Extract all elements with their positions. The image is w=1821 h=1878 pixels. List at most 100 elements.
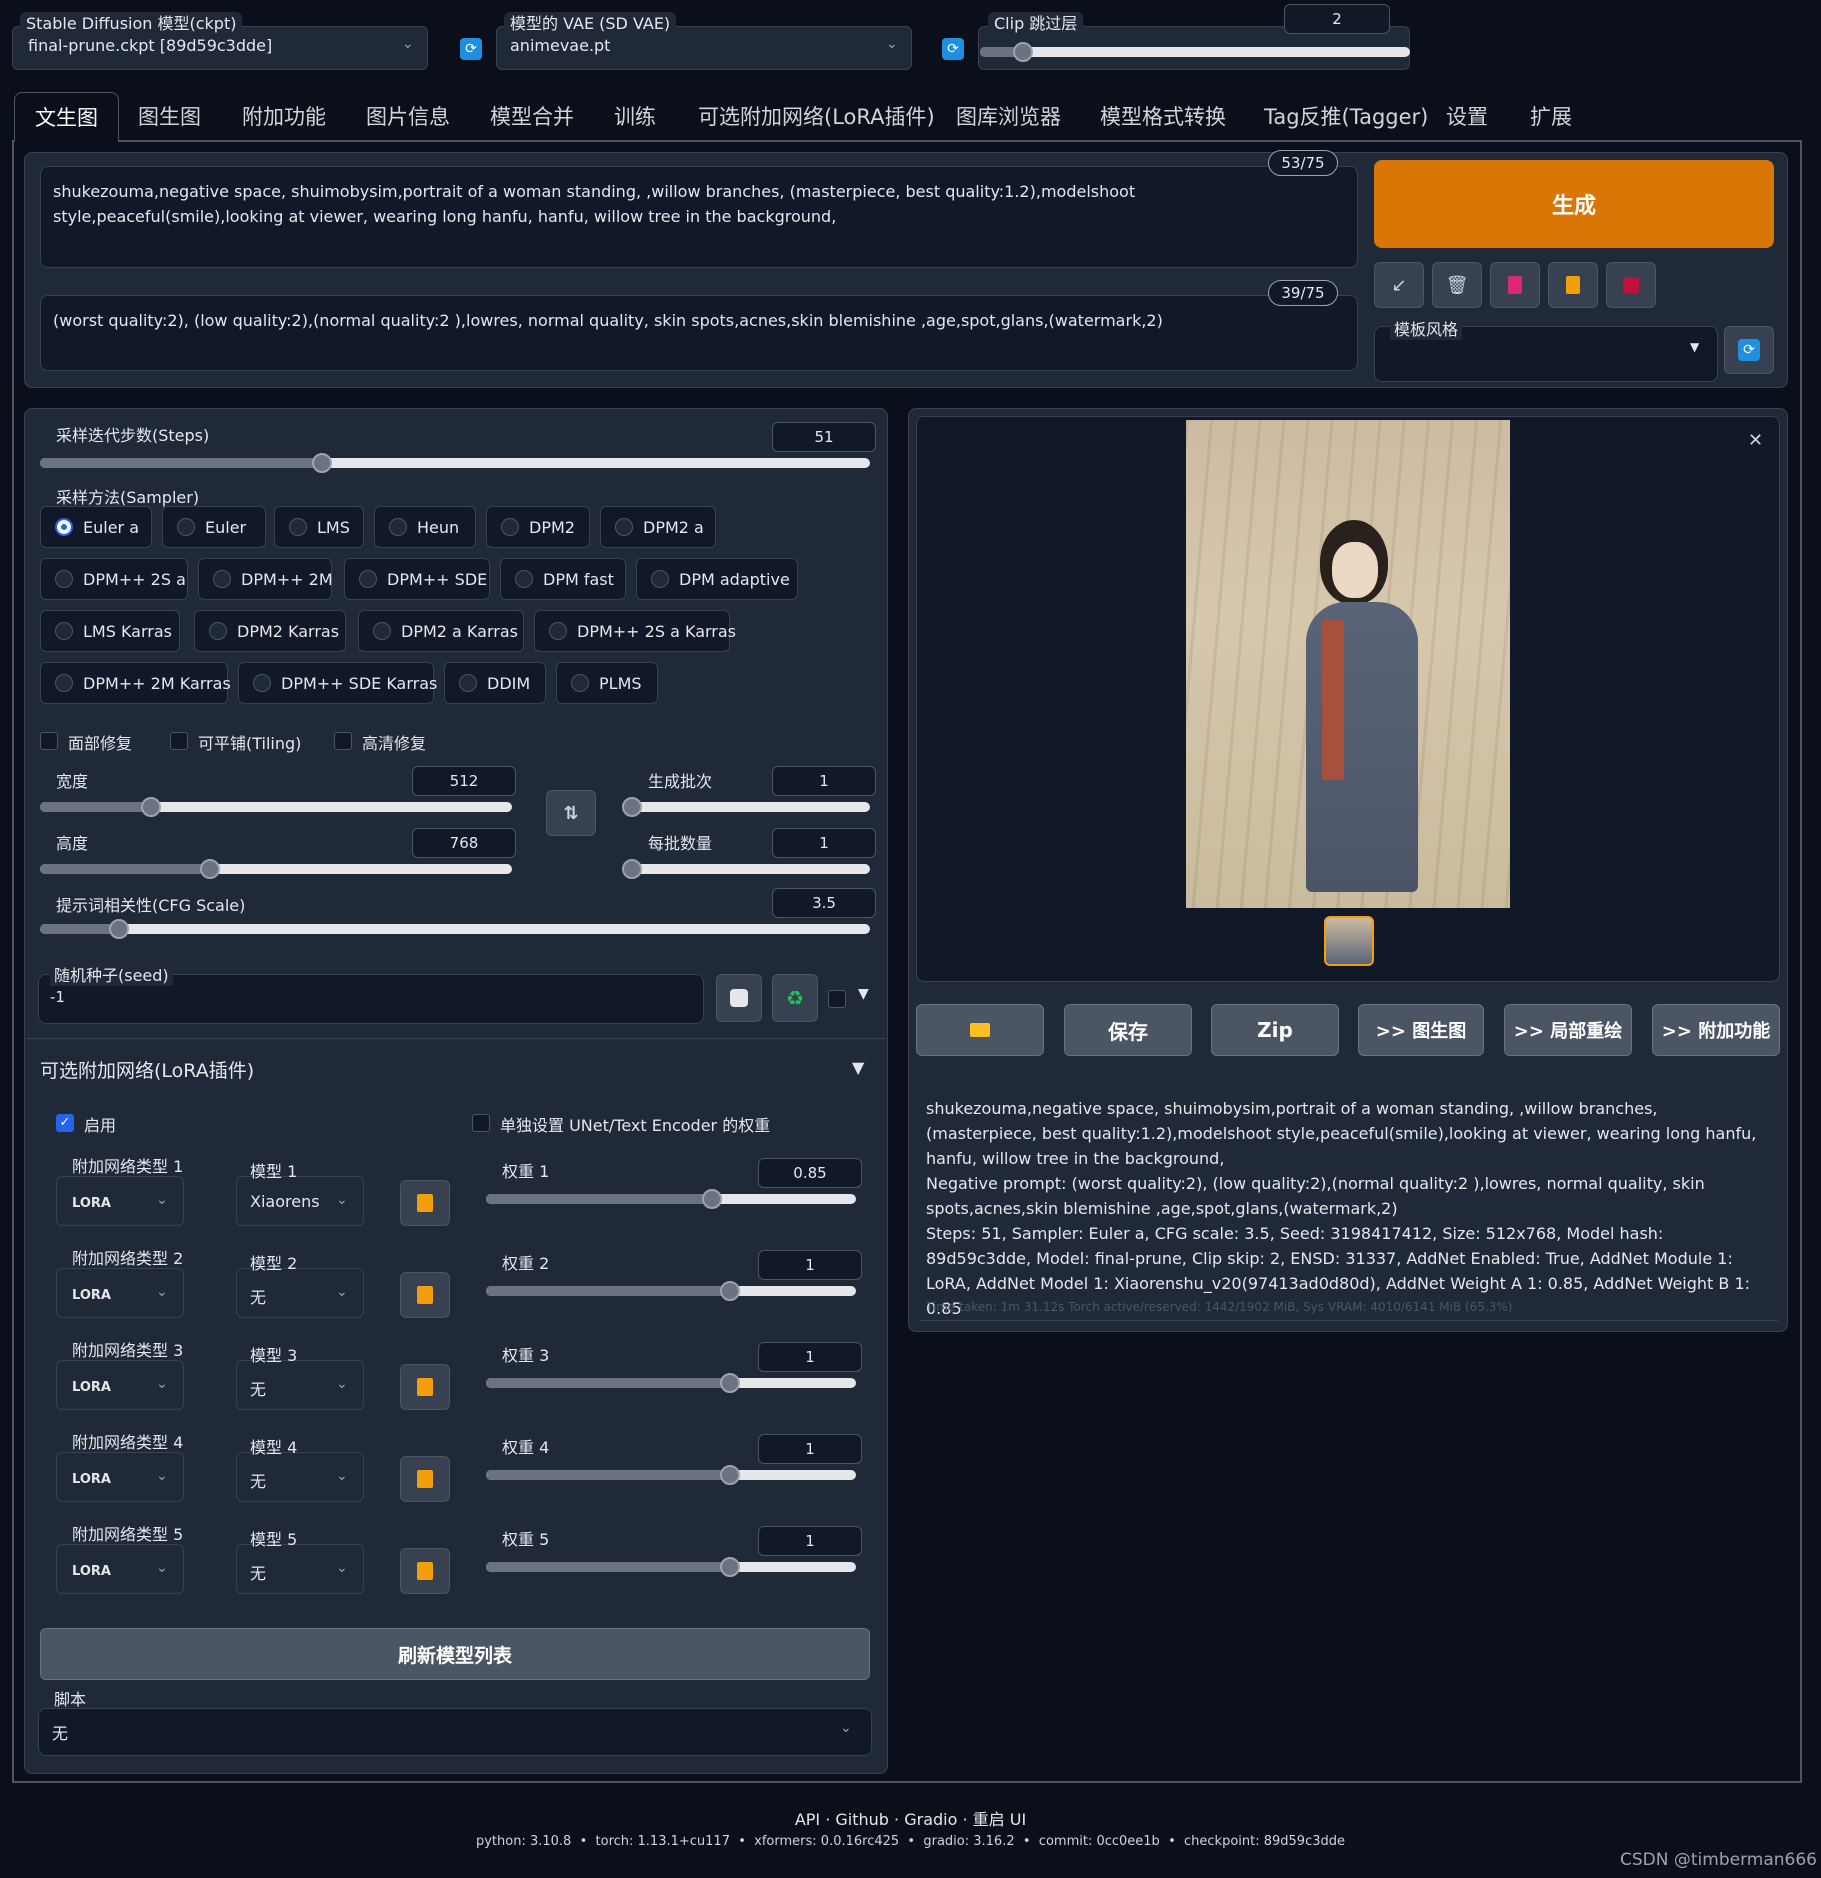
- separate-weights-checkbox[interactable]: [472, 1114, 490, 1132]
- cfg-slider[interactable]: [40, 924, 870, 934]
- sampler-dpm2-karras[interactable]: DPM2 Karras: [194, 610, 346, 652]
- sampler-ddim[interactable]: DDIM: [444, 662, 546, 704]
- tab-img2img[interactable]: 图生图: [138, 92, 201, 142]
- sampler-dpm-fast[interactable]: DPM fast: [500, 558, 626, 600]
- refresh-style-button[interactable]: ⟳: [1724, 326, 1774, 374]
- steps-slider[interactable]: [40, 458, 870, 468]
- footer-links[interactable]: API · Github · Gradio · 重启 UI: [0, 1806, 1821, 1830]
- script-select[interactable]: [38, 1708, 872, 1756]
- sampler-dpm2-a-karras[interactable]: DPM2 a Karras: [358, 610, 524, 652]
- height-slider[interactable]: [40, 864, 512, 874]
- model-info-button-3[interactable]: [400, 1364, 450, 1410]
- collapse-caret-icon[interactable]: ▼: [852, 1058, 864, 1077]
- width-input[interactable]: 512: [412, 766, 516, 796]
- weight-slider-1[interactable]: [486, 1194, 856, 1204]
- lora-enable-checkbox[interactable]: ✓: [56, 1114, 74, 1132]
- sampler-dpmpp-2s-a-karras[interactable]: DPM++ 2S a Karras: [534, 610, 736, 652]
- batch-count-slider[interactable]: [632, 802, 870, 812]
- weight-input-5[interactable]: 1: [758, 1526, 862, 1556]
- tab-merge[interactable]: 模型合并: [490, 92, 574, 142]
- refresh-model-list-button[interactable]: 刷新模型列表: [40, 1628, 870, 1680]
- weight-slider-4[interactable]: [486, 1470, 856, 1480]
- height-input[interactable]: 768: [412, 828, 516, 858]
- weight-input-4[interactable]: 1: [758, 1434, 862, 1464]
- save-button[interactable]: 保存: [1064, 1004, 1192, 1056]
- refresh-ckpt-icon[interactable]: ⟳: [460, 38, 482, 60]
- sampler-euler[interactable]: Euler: [162, 506, 266, 548]
- send-to-inpaint-button[interactable]: >> 局部重绘: [1504, 1004, 1632, 1056]
- weight-input-2[interactable]: 1: [758, 1250, 862, 1280]
- tab-convert[interactable]: 模型格式转换: [1100, 92, 1226, 142]
- tab-train[interactable]: 训练: [614, 92, 656, 142]
- model-info-button-4[interactable]: [400, 1456, 450, 1502]
- batch-size-slider-thumb[interactable]: [622, 859, 642, 879]
- open-folder-button[interactable]: [916, 1004, 1044, 1056]
- sampler-dpmpp-2m-karras[interactable]: DPM++ 2M Karras: [40, 662, 231, 704]
- sampler-dpmpp-2m[interactable]: DPM++ 2M: [198, 558, 333, 600]
- cfg-slider-thumb[interactable]: [108, 919, 129, 939]
- read-params-button[interactable]: ↙: [1374, 262, 1424, 308]
- send-to-extras-button[interactable]: >> 附加功能: [1652, 1004, 1780, 1056]
- weight-slider-5[interactable]: [486, 1562, 856, 1572]
- model-info-button-5[interactable]: [400, 1548, 450, 1594]
- positive-prompt-input[interactable]: shukezouma,negative space, shuimobysim,p…: [40, 166, 1358, 268]
- batch-size-slider[interactable]: [632, 864, 870, 874]
- batch-count-slider-thumb[interactable]: [622, 797, 642, 817]
- sampler-lms-karras[interactable]: LMS Karras: [40, 610, 180, 652]
- reuse-seed-button[interactable]: ♻: [772, 974, 818, 1022]
- tab-lora[interactable]: 可选附加网络(LoRA插件): [698, 92, 935, 142]
- apply-style-button[interactable]: [1548, 262, 1598, 308]
- zip-button[interactable]: Zip: [1211, 1004, 1339, 1056]
- face-restore-checkbox[interactable]: [40, 732, 58, 750]
- tab-tagger[interactable]: Tag反推(Tagger): [1264, 92, 1428, 142]
- clip-skip-slider[interactable]: [980, 47, 1410, 57]
- sampler-dpm2-a[interactable]: DPM2 a: [600, 506, 716, 548]
- hires-fix-checkbox[interactable]: [334, 732, 352, 750]
- refresh-vae-icon[interactable]: ⟳: [942, 38, 964, 60]
- sampler-dpmpp-sde[interactable]: DPM++ SDE: [344, 558, 490, 600]
- tab-settings[interactable]: 设置: [1446, 92, 1488, 142]
- sampler-dpmpp-2s-a[interactable]: DPM++ 2S a: [40, 558, 188, 600]
- weight-slider-thumb-1[interactable]: [701, 1189, 722, 1209]
- sampler-lms[interactable]: LMS: [274, 506, 364, 548]
- clear-prompt-button[interactable]: 🗑: [1432, 262, 1482, 308]
- sampler-dpm-adaptive[interactable]: DPM adaptive: [636, 558, 798, 600]
- tab-png-info[interactable]: 图片信息: [366, 92, 450, 142]
- tiling-checkbox[interactable]: [170, 732, 188, 750]
- batch-size-input[interactable]: 1: [772, 828, 876, 858]
- sampler-euler-a[interactable]: Euler a: [40, 506, 152, 548]
- generate-button[interactable]: 生成: [1374, 160, 1774, 248]
- cfg-input[interactable]: 3.5: [772, 888, 876, 918]
- width-slider-thumb[interactable]: [140, 797, 161, 817]
- tab-extensions[interactable]: 扩展: [1530, 92, 1572, 142]
- tab-txt2img[interactable]: 文生图: [14, 92, 119, 142]
- extra-networks-button[interactable]: [1490, 262, 1540, 308]
- clip-skip-slider-thumb[interactable]: [1013, 42, 1033, 62]
- weight-input-1[interactable]: 0.85: [758, 1158, 862, 1188]
- swap-dimensions-button[interactable]: ⇅: [546, 790, 596, 836]
- weight-slider-3[interactable]: [486, 1378, 856, 1388]
- tab-gallery[interactable]: 图库浏览器: [956, 92, 1061, 142]
- close-icon[interactable]: ✕: [1748, 430, 1763, 451]
- extra-seed-toggle-icon[interactable]: ▼: [858, 986, 869, 1002]
- gallery-thumbnail[interactable]: [1324, 916, 1374, 966]
- sampler-dpm2[interactable]: DPM2: [486, 506, 590, 548]
- generated-image[interactable]: [1186, 420, 1510, 908]
- tab-extras[interactable]: 附加功能: [242, 92, 326, 142]
- extra-seed-checkbox[interactable]: [828, 990, 846, 1008]
- sampler-dpmpp-sde-karras[interactable]: DPM++ SDE Karras: [238, 662, 437, 704]
- sampler-plms[interactable]: PLMS: [556, 662, 658, 704]
- clip-skip-input[interactable]: 2: [1284, 4, 1390, 34]
- model-info-button-2[interactable]: [400, 1272, 450, 1318]
- weight-slider-2[interactable]: [486, 1286, 856, 1296]
- height-slider-thumb[interactable]: [199, 859, 220, 879]
- lora-title[interactable]: 可选附加网络(LoRA插件): [40, 1056, 254, 1083]
- weight-input-3[interactable]: 1: [758, 1342, 862, 1372]
- width-slider[interactable]: [40, 802, 512, 812]
- save-style-button[interactable]: [1606, 262, 1656, 308]
- send-to-img2img-button[interactable]: >> 图生图: [1358, 1004, 1484, 1056]
- model-info-button-1[interactable]: [400, 1180, 450, 1226]
- steps-input[interactable]: 51: [772, 422, 876, 452]
- random-seed-button[interactable]: [716, 974, 762, 1022]
- negative-prompt-input[interactable]: (worst quality:2), (low quality:2),(norm…: [40, 295, 1358, 371]
